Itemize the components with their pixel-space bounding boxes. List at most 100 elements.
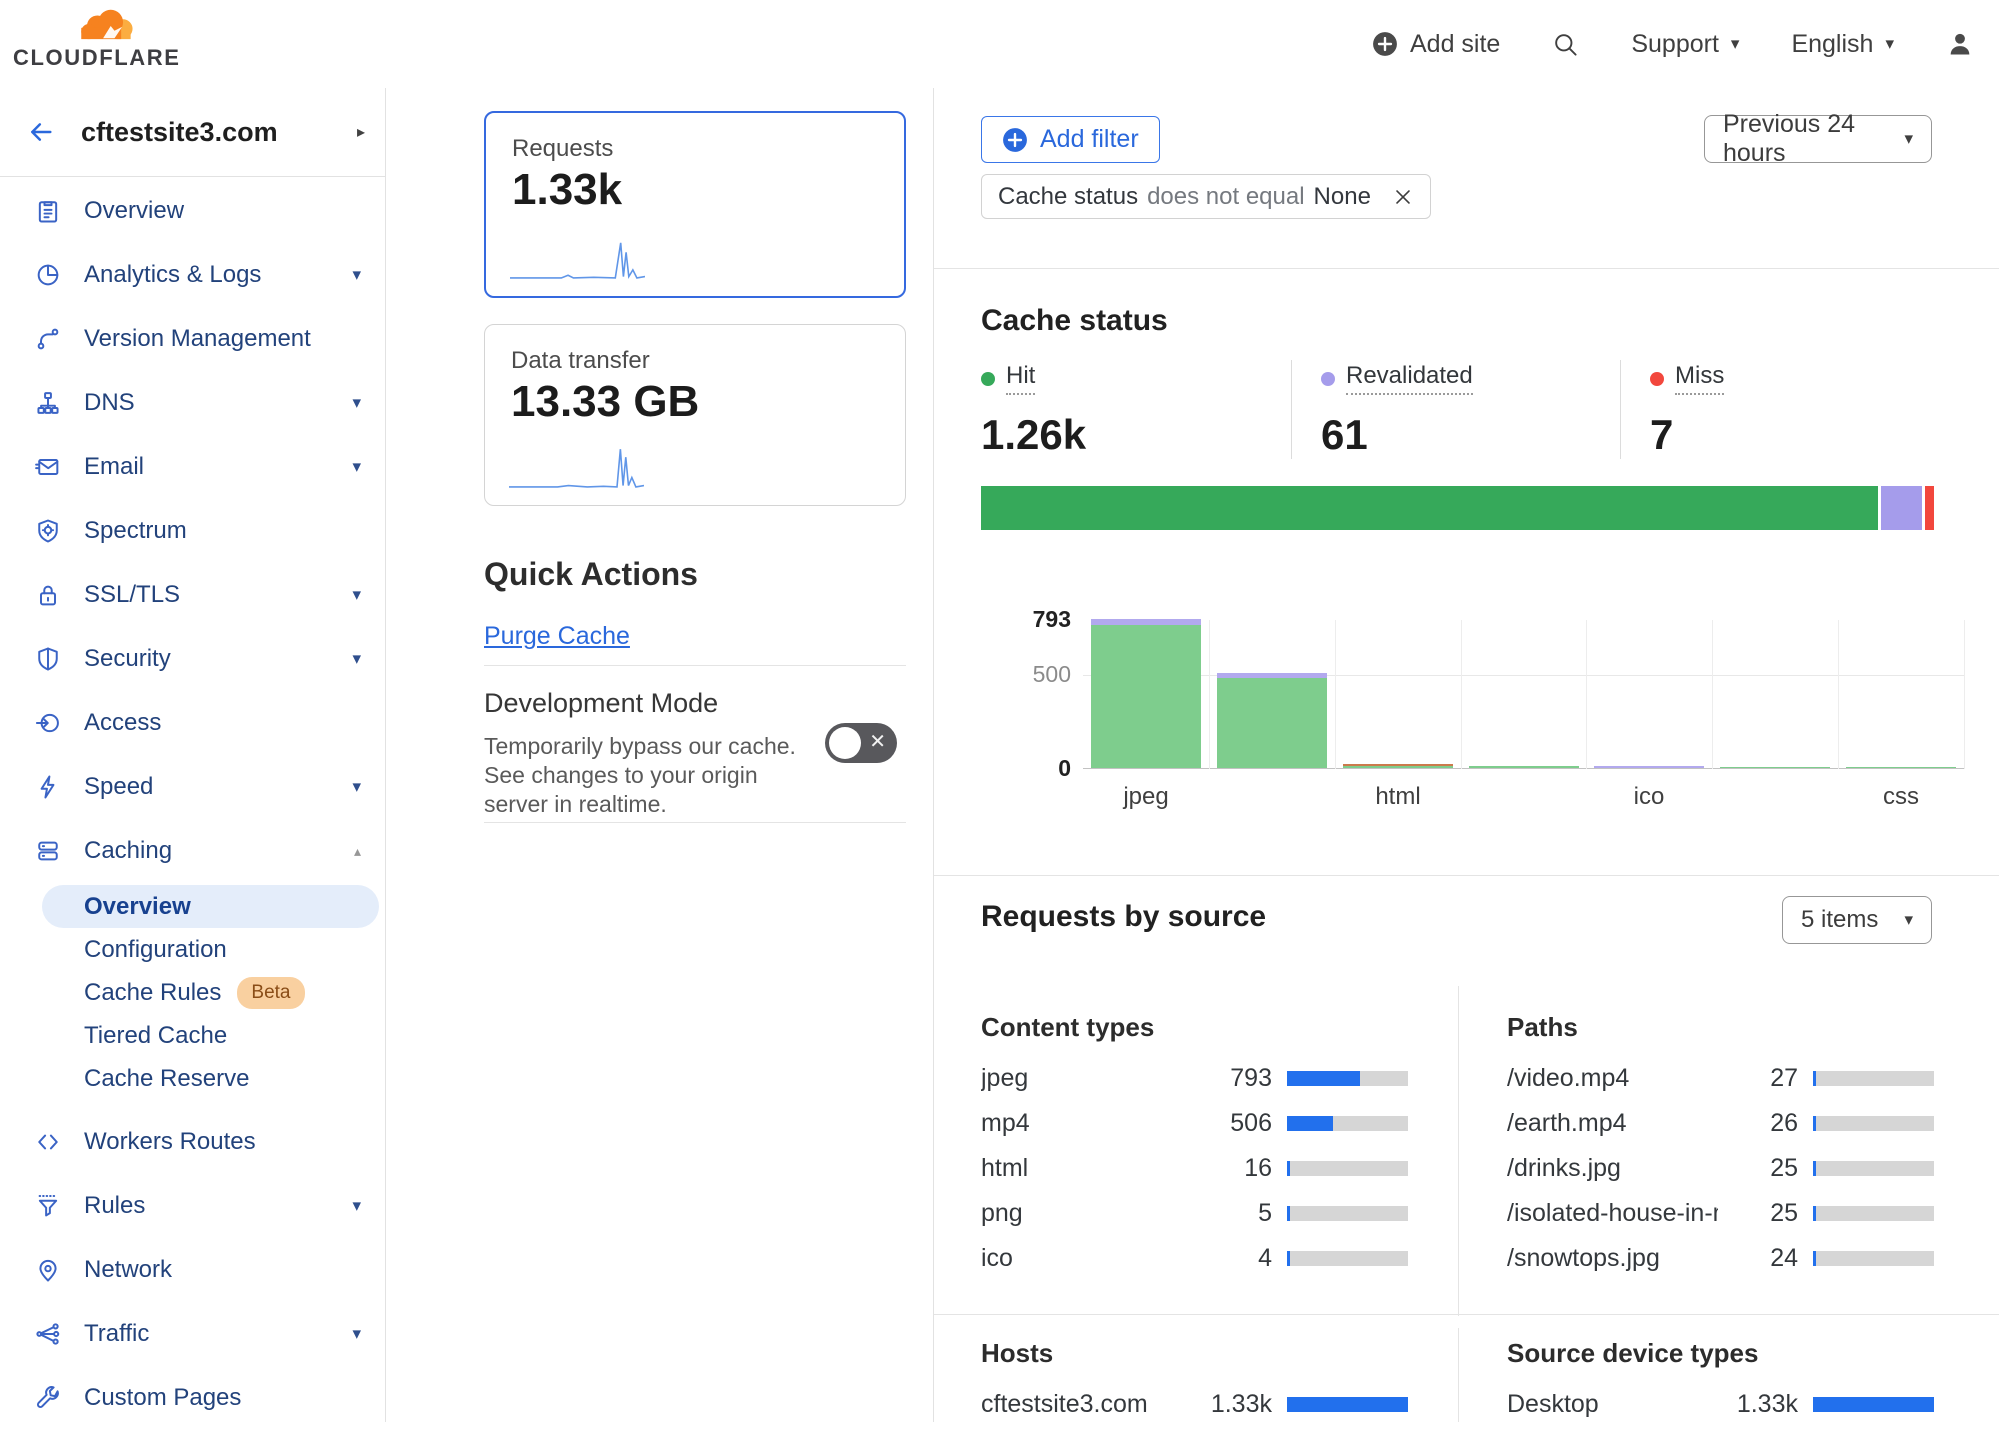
filter-value: None [1314, 183, 1371, 211]
close-icon[interactable] [1392, 186, 1414, 208]
gridline [1964, 620, 1965, 769]
pie-chart-icon [34, 261, 62, 289]
gridline [1335, 620, 1336, 769]
sidebar-subitem-cache-rules[interactable]: Cache Rules Beta [42, 971, 379, 1014]
sidebar-item-spectrum[interactable]: Spectrum [0, 499, 385, 563]
share-icon [34, 1320, 62, 1348]
add-site-button[interactable]: Add site [1372, 30, 1500, 59]
envelope-icon [34, 453, 62, 481]
purge-cache-link[interactable]: Purge Cache [484, 622, 630, 651]
chart-bar-col4 [1469, 766, 1579, 768]
list-item-drinks-jpg: /drinks.jpg25 [1507, 1146, 1934, 1191]
list-item-html: html16 [981, 1146, 1408, 1191]
language-menu[interactable]: English ▾ [1791, 30, 1894, 59]
stat-label[interactable]: Revalidated [1321, 362, 1473, 395]
sidebar-item-access[interactable]: Access [0, 691, 385, 755]
search-icon[interactable] [1552, 31, 1579, 58]
user-icon[interactable] [1946, 30, 1974, 58]
list-item-mp4: mp4506 [981, 1101, 1408, 1146]
sidebar-item-email[interactable]: Email▾ [0, 435, 385, 499]
site-header: cftestsite3.com ▸ [0, 88, 385, 177]
stat-label[interactable]: Hit [981, 362, 1035, 395]
sidebar-item-workers-routes[interactable]: Workers Routes [0, 1110, 385, 1174]
add-filter-button[interactable]: Add filter [981, 116, 1160, 163]
item-value: 26 [1718, 1109, 1798, 1138]
back-arrow-icon[interactable] [27, 118, 55, 146]
stat-label[interactable]: Miss [1650, 362, 1724, 395]
chart-bar-jpeg [1091, 619, 1201, 768]
list-item-cftestsite3-com: cftestsite3.com1.33k [981, 1382, 1408, 1427]
chevron-down-icon: ▾ [352, 1324, 361, 1344]
site-switcher-caret-icon[interactable]: ▸ [357, 122, 365, 142]
hierarchy-icon [34, 389, 62, 417]
sidebar-item-label: Rules [84, 1192, 352, 1220]
item-label: /snowtops.jpg [1507, 1244, 1718, 1273]
sidebar-subitem-label: Configuration [84, 936, 227, 964]
content-types-rows: jpeg793mp4506html16png5ico4 [981, 1056, 1408, 1281]
sidebar-item-network[interactable]: Network [0, 1238, 385, 1302]
cache-status-stacked-bar [981, 486, 1934, 530]
list-item-isolated-house-in-mo: /isolated-house-in-mo...25 [1507, 1191, 1934, 1236]
stat-value: 7 [1650, 411, 1933, 459]
items-count-select[interactable]: 5 items ▾ [1782, 896, 1932, 944]
filter-chip[interactable]: Cache status does not equal None [981, 174, 1431, 219]
item-value: 24 [1718, 1244, 1798, 1273]
item-bar-fill [1813, 1251, 1816, 1266]
development-mode-description: Temporarily bypass our cache. See change… [484, 732, 800, 819]
x-axis-label: ico [1586, 783, 1712, 811]
lock-icon [34, 581, 62, 609]
quick-actions-title: Quick Actions [484, 556, 698, 593]
development-mode-toggle[interactable]: ✕ [825, 723, 897, 763]
chevron-down-icon: ▾ [352, 585, 361, 605]
requests-sparkline [510, 228, 645, 282]
item-bar-fill [1813, 1116, 1816, 1131]
sidebar-item-traffic[interactable]: Traffic▾ [0, 1302, 385, 1366]
time-range-select[interactable]: Previous 24 hours ▾ [1704, 115, 1932, 163]
sidebar-subitem-cache-reserve[interactable]: Cache Reserve [42, 1057, 379, 1100]
requests-card-label: Requests [512, 135, 613, 163]
middle-column: Requests 1.33k Data transfer 13.33 GB Qu… [386, 88, 933, 1422]
branch-icon [34, 325, 62, 353]
support-menu[interactable]: Support ▾ [1631, 30, 1739, 59]
filter-field: Cache status [998, 183, 1138, 211]
sidebar-item-label: Traffic [84, 1320, 352, 1348]
sidebar-item-ssl-tls[interactable]: SSL/TLS▾ [0, 563, 385, 627]
beta-badge: Beta [237, 977, 304, 1009]
requests-card[interactable]: Requests 1.33k [484, 111, 906, 298]
bar-segment-hit [1217, 678, 1327, 768]
list-item-desktop: Desktop1.33k [1507, 1382, 1934, 1427]
sidebar-item-analytics-logs[interactable]: Analytics & Logs▾ [0, 243, 385, 307]
hosts-rows: cftestsite3.com1.33k [981, 1382, 1408, 1427]
sidebar-item-label: Overview [84, 197, 361, 225]
item-bar-track [1287, 1251, 1408, 1266]
list-item-snowtops-jpg: /snowtops.jpg24 [1507, 1236, 1934, 1281]
sidebar-item-dns[interactable]: DNS▾ [0, 371, 385, 435]
item-bar-track [1287, 1116, 1408, 1131]
item-bar-fill [1287, 1251, 1290, 1266]
sidebar-item-security[interactable]: Security▾ [0, 627, 385, 691]
sidebar-item-rules[interactable]: Rules▾ [0, 1174, 385, 1238]
bar-segment-hit [1343, 766, 1453, 768]
cloudflare-logo[interactable]: CLOUDFLARE [13, 6, 178, 71]
sidebar-item-speed[interactable]: Speed▾ [0, 755, 385, 819]
item-label: ico [981, 1244, 1192, 1273]
sidebar-item-caching[interactable]: Caching▴ [0, 819, 385, 883]
sidebar-item-overview[interactable]: Overview [0, 179, 385, 243]
sidebar-subitem-overview[interactable]: Overview [42, 885, 379, 928]
cache-status-stat-hit: Hit1.26k [981, 360, 1291, 459]
sidebar-subitem-tiered-cache[interactable]: Tiered Cache [42, 1014, 379, 1057]
item-label: jpeg [981, 1064, 1192, 1093]
sidebar-nav: Overview Analytics & Logs▾Version Managem… [0, 177, 385, 1430]
shield-icon [34, 645, 62, 673]
sidebar-subitem-label: Cache Rules [84, 979, 221, 1007]
item-bar-track [1813, 1161, 1934, 1176]
sidebar-item-label: DNS [84, 389, 352, 417]
item-value: 1.33k [1192, 1390, 1272, 1419]
bar-segment-revalidated [1594, 766, 1704, 768]
sidebar-item-custom-pages[interactable]: Custom Pages [0, 1366, 385, 1430]
sidebar-subnav-caching: Overview Configuration Cache Rules Beta Tier… [0, 883, 385, 1110]
sidebar-item-version-management[interactable]: Version Management [0, 307, 385, 371]
sidebar-subitem-configuration[interactable]: Configuration [42, 928, 379, 971]
data-transfer-card[interactable]: Data transfer 13.33 GB [484, 324, 906, 506]
chart-bar-html [1343, 764, 1453, 768]
